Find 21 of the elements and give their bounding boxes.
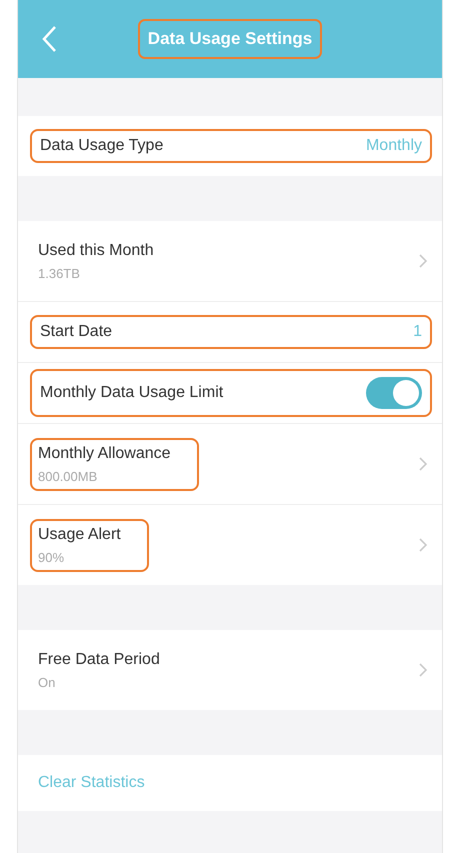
- setting-value: 1.36TB: [38, 266, 81, 280]
- setting-label: Usage Alert: [38, 526, 121, 544]
- setting-value: 90%: [38, 550, 66, 564]
- screen-title: Data Usage Settings: [138, 19, 322, 59]
- setting-label: Monthly Allowance: [38, 444, 171, 462]
- setting-label: Start Date: [40, 323, 112, 341]
- setting-label: Free Data Period: [38, 650, 160, 668]
- setting-value[interactable]: Monthly: [366, 137, 422, 155]
- setting-label: Data Usage Type: [40, 137, 164, 155]
- chevron-right-icon: [418, 662, 428, 678]
- chevron-right-icon: [418, 253, 428, 269]
- setting-value: 800.00MB: [38, 468, 98, 484]
- setting-value: On: [38, 674, 56, 690]
- clear-statistics-link[interactable]: Clear Statistics: [28, 768, 155, 798]
- back-icon[interactable]: [40, 24, 58, 54]
- toggle-switch[interactable]: [366, 377, 422, 409]
- setting-label: Monthly Data Usage Limit: [40, 384, 224, 402]
- setting-label: Used this Month: [38, 242, 154, 260]
- setting-value[interactable]: 1: [413, 323, 422, 341]
- chevron-right-icon: [418, 456, 428, 472]
- chevron-right-icon: [418, 537, 428, 553]
